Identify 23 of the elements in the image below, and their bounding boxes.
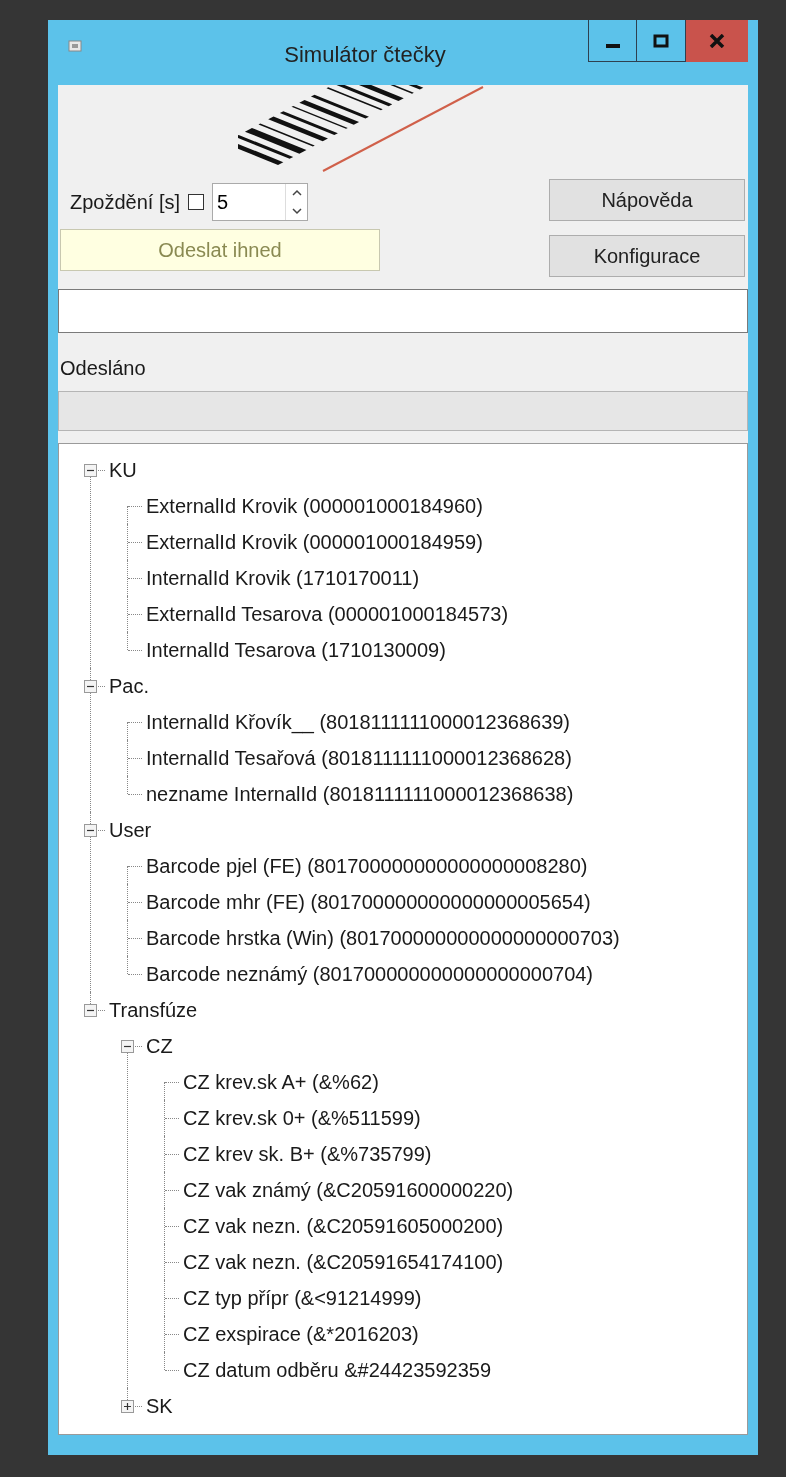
close-icon [709, 33, 725, 48]
dialog-button[interactable]: Nápověda [549, 179, 745, 221]
maximize-icon [653, 33, 669, 48]
collapse-icon[interactable] [84, 1003, 97, 1017]
collapse-icon[interactable] [84, 823, 97, 837]
collapse-icon[interactable] [121, 1039, 134, 1053]
close-button[interactable] [686, 20, 748, 62]
sent-value-field[interactable] [58, 391, 748, 431]
expand-icon[interactable] [121, 1399, 134, 1413]
minimize-icon [605, 43, 620, 48]
delay-checkbox[interactable] [188, 194, 205, 210]
send-now-button[interactable]: Odeslat ihned [60, 229, 380, 271]
minimize-button[interactable] [588, 20, 637, 62]
delay-spinner[interactable]: 5 [212, 183, 309, 221]
sent-label: Odesláno [60, 357, 146, 379]
dialog-button[interactable]: Konfigurace [549, 235, 745, 277]
barcode-input-field[interactable] [58, 289, 748, 333]
collapse-icon[interactable] [84, 679, 97, 693]
collapse-icon[interactable] [84, 463, 97, 477]
delay-value[interactable]: 5 [213, 184, 274, 220]
delay-label: Zpoždění [s] [70, 190, 181, 215]
window-title: Simulátor čtečky [283, 41, 447, 69]
app-icon [68, 40, 82, 52]
